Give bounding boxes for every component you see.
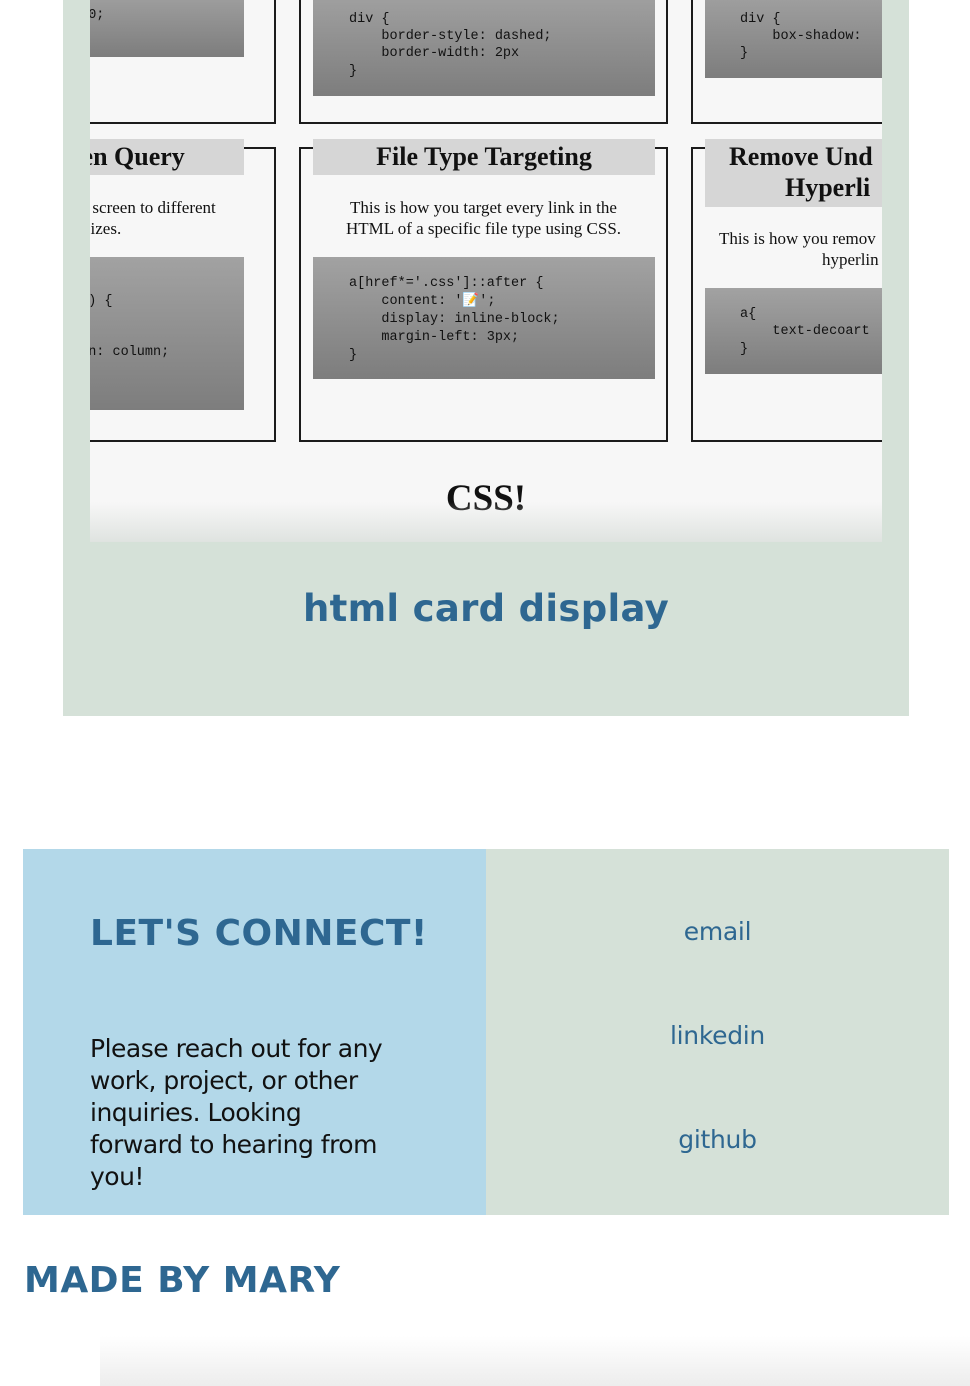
card-description-line: hyperlin <box>822 250 879 269</box>
code-line: box-shadow: <box>740 29 862 44</box>
card-description-line: ur screen to different <box>90 198 216 217</box>
card-title-line: Remove Und <box>729 142 873 171</box>
code-line: margin-left: 3px; <box>349 330 520 345</box>
card-top-right: div { box-shadow: } <box>691 0 882 124</box>
connect-title: LET'S CONNECT! <box>90 913 428 954</box>
footer-made-by: MADE BY MARY <box>24 1260 341 1301</box>
github-link[interactable]: github <box>486 1125 949 1154</box>
bottom-shadow <box>100 1336 970 1386</box>
code-line: border-width: 2px <box>349 46 520 61</box>
card-display-frame[interactable]: 080; div { border-style: dashed; border-… <box>90 0 882 542</box>
card-description-line: HTML of a specific file type using CSS. <box>345 219 622 238</box>
code-line: } <box>740 342 749 357</box>
code-line: div { <box>349 12 390 27</box>
card-file-type-targeting[interactable]: File Type Targeting This is how you targ… <box>299 139 668 442</box>
code-block: 080; <box>90 0 244 57</box>
connect-intro: LET'S CONNECT! Please reach out for any … <box>23 849 486 1215</box>
code-line: } <box>740 46 749 61</box>
card-top-middle: div { border-style: dashed; border-width… <box>299 0 668 124</box>
project-panel: 080; div { border-style: dashed; border-… <box>63 0 909 716</box>
frame-fade <box>90 502 882 542</box>
code-block: nd px) { ion: column; <box>90 257 244 410</box>
project-caption: html card display <box>302 587 670 630</box>
connect-links: email linkedin github <box>486 849 949 1215</box>
code-block: a{ text-decoart } <box>705 288 882 374</box>
code-line: ion: column; <box>90 345 170 360</box>
card-title-line: Hyperli <box>785 173 871 202</box>
code-line: display: inline-block; <box>349 312 560 327</box>
card-description-line: r sizes. <box>90 219 122 238</box>
card-title: een Query <box>90 139 244 175</box>
code-line: } <box>349 64 358 79</box>
code-block: div { border-style: dashed; border-width… <box>313 0 655 96</box>
card-top-left: 080; <box>90 0 276 124</box>
code-block: a[href*='.css']::after { content: '📝'; d… <box>313 257 655 379</box>
card-screen-query[interactable]: een Query ur screen to different r sizes… <box>90 139 276 442</box>
code-line: px) { <box>90 294 113 309</box>
code-line: text-decoart <box>740 324 870 339</box>
code-block: div { box-shadow: } <box>705 0 882 78</box>
card-title: Remove Und Hyperli <box>705 139 882 207</box>
email-link[interactable]: email <box>486 917 949 946</box>
linkedin-link[interactable]: linkedin <box>486 1021 949 1050</box>
code-line: a{ <box>740 307 757 322</box>
code-line: div { <box>740 12 781 27</box>
card-description-line: This is how you target every link in the <box>350 198 617 217</box>
card-title: File Type Targeting <box>313 139 655 175</box>
code-line: } <box>349 348 358 363</box>
card-description-line: This is how you remov <box>719 229 876 248</box>
code-line: border-style: dashed; <box>349 29 552 44</box>
connect-text: Please reach out for any work, project, … <box>90 1034 383 1191</box>
card-remove-underline[interactable]: Remove Und Hyperli This is how you remov… <box>691 139 882 442</box>
code-line: content: '📝'; <box>349 294 496 309</box>
code-line: a[href*='.css']::after { <box>349 276 544 291</box>
code-line: 080; <box>90 8 105 23</box>
